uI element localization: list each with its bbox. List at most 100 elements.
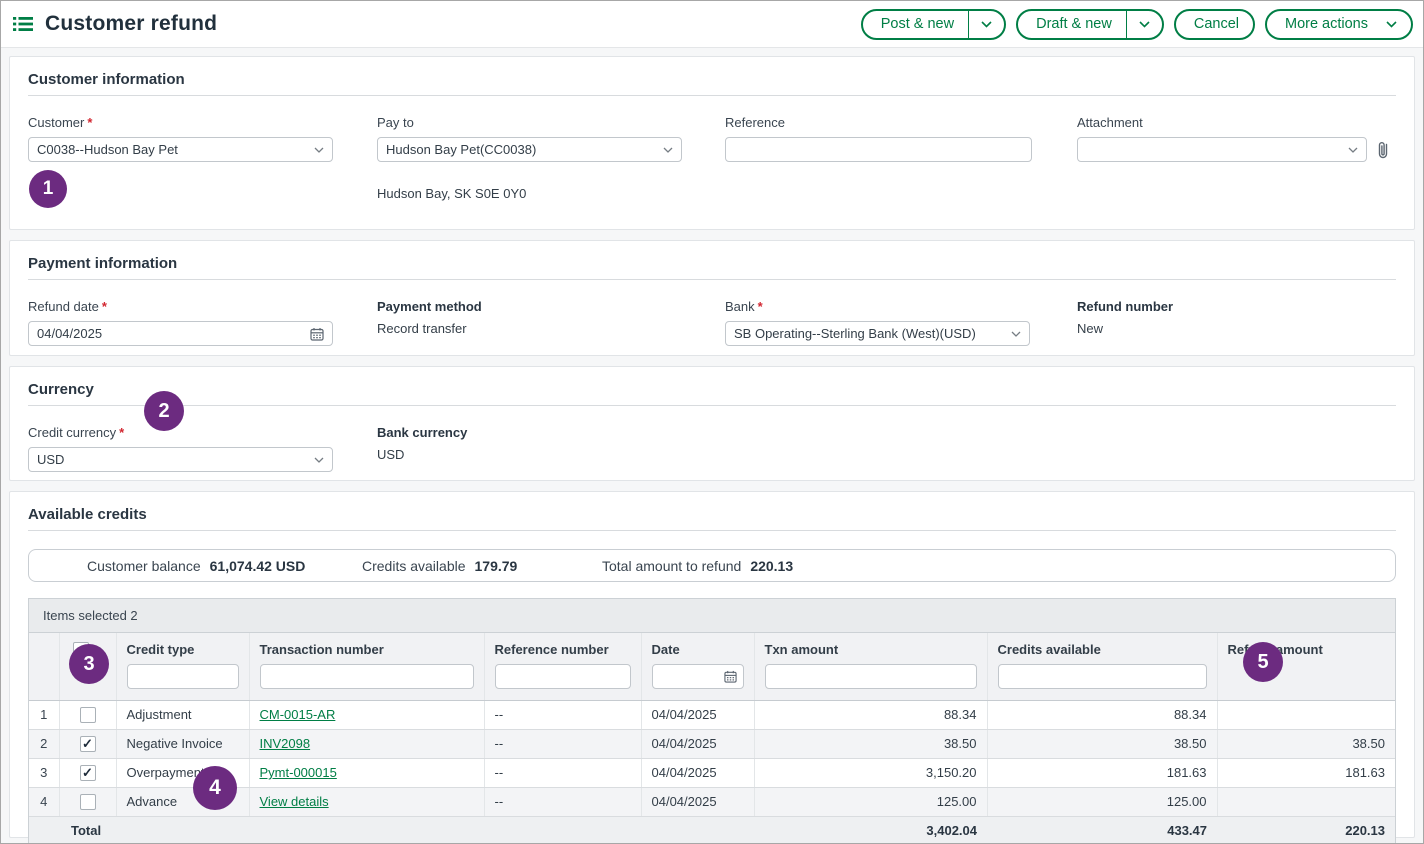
- column-header-reference-number[interactable]: Reference number: [484, 633, 641, 700]
- filter-txn-amount[interactable]: [765, 664, 977, 689]
- refund-date-label: Refund date: [28, 299, 99, 314]
- row-number: 3: [29, 758, 59, 787]
- transaction-link[interactable]: Pymt-000015: [260, 765, 337, 780]
- callout-badge-2: 2: [144, 391, 184, 431]
- post-and-new-label: Post & new: [863, 11, 968, 38]
- transaction-number-cell: INV2098: [249, 729, 484, 758]
- items-selected-bar: Items selected 2: [29, 599, 1395, 633]
- draft-and-new-dropdown[interactable]: [1126, 11, 1162, 38]
- transaction-link[interactable]: INV2098: [260, 736, 311, 751]
- customer-value: C0038--Hudson Bay Pet: [37, 142, 308, 157]
- total-refund-amount: 220.13: [1217, 816, 1395, 844]
- credit-type-cell: Negative Invoice: [116, 729, 249, 758]
- credits-available-label: Credits available: [362, 558, 466, 574]
- row-checkbox-cell: ✓: [59, 729, 116, 758]
- transaction-number-cell: CM-0015-AR: [249, 700, 484, 729]
- credit-currency-label: Credit currency: [28, 425, 116, 440]
- refund-amount-cell: 38.50: [1217, 729, 1395, 758]
- customer-information-section: Customer information Customer* C0038--Hu…: [9, 56, 1415, 230]
- chevron-down-icon: [1011, 331, 1021, 337]
- credits-available-cell: 125.00: [987, 787, 1217, 816]
- more-actions-button[interactable]: More actions: [1265, 9, 1413, 40]
- chevron-down-icon: [314, 457, 324, 463]
- column-header-credits-available[interactable]: Credits available: [987, 633, 1217, 700]
- refund-amount-cell: [1217, 700, 1395, 729]
- pay-to-field-group: Pay to Hudson Bay Pet(CC0038) Hudson Bay…: [377, 115, 725, 201]
- filter-credit-type[interactable]: [127, 664, 239, 689]
- calendar-icon[interactable]: [310, 327, 324, 341]
- payment-method-field-group: Payment method Record transfer: [377, 299, 725, 346]
- page-title: Customer refund: [45, 12, 217, 36]
- customer-select[interactable]: C0038--Hudson Bay Pet: [28, 137, 333, 162]
- bank-select[interactable]: SB Operating--Sterling Bank (West)(USD): [725, 321, 1030, 346]
- bank-currency-label: Bank currency: [377, 425, 725, 440]
- customer-balance-label: Customer balance: [87, 558, 201, 574]
- customer-label: Customer: [28, 115, 84, 130]
- bank-field-group: Bank* SB Operating--Sterling Bank (West)…: [725, 299, 1077, 346]
- filter-reference-number[interactable]: [495, 664, 631, 689]
- draft-and-new-button[interactable]: Draft & new: [1016, 9, 1164, 40]
- reference-number-cell: --: [484, 787, 641, 816]
- post-and-new-button[interactable]: Post & new: [861, 9, 1006, 40]
- txn-amount-cell: 3,150.20: [754, 758, 987, 787]
- cancel-button[interactable]: Cancel: [1174, 9, 1255, 40]
- pay-to-address: Hudson Bay, SK S0E 0Y0: [377, 186, 725, 201]
- customer-refund-page: Customer refund Post & new Draft & new C…: [0, 0, 1424, 844]
- date-cell: 04/04/2025: [641, 729, 754, 758]
- cancel-label: Cancel: [1176, 11, 1253, 38]
- filter-date[interactable]: [652, 664, 744, 689]
- credits-available-cell: 38.50: [987, 729, 1217, 758]
- column-header-transaction-number[interactable]: Transaction number: [249, 633, 484, 700]
- attachment-label: Attachment: [1077, 115, 1396, 130]
- row-checkbox[interactable]: [80, 707, 96, 723]
- total-txn-amount: 3,402.04: [754, 816, 987, 844]
- section-divider: [28, 530, 1396, 531]
- bank-value: SB Operating--Sterling Bank (West)(USD): [734, 326, 1005, 341]
- section-title-currency: Currency: [28, 377, 1396, 398]
- row-number-header: [29, 633, 59, 700]
- credit-currency-value: USD: [37, 452, 308, 467]
- refund-amount-cell: 181.63: [1217, 758, 1395, 787]
- table-row: 2✓Negative InvoiceINV2098--04/04/202538.…: [29, 729, 1395, 758]
- pay-to-select[interactable]: Hudson Bay Pet(CC0038): [377, 137, 682, 162]
- page-header: Customer refund Post & new Draft & new C…: [1, 1, 1423, 48]
- currency-section: Currency Credit currency* USD Bank curre…: [9, 366, 1415, 481]
- row-number: 4: [29, 787, 59, 816]
- transaction-link[interactable]: CM-0015-AR: [260, 707, 336, 722]
- filter-transaction-number[interactable]: [260, 664, 474, 689]
- attachment-select[interactable]: [1077, 137, 1367, 162]
- required-asterisk: *: [102, 299, 107, 314]
- refund-date-input[interactable]: 04/04/2025: [28, 321, 333, 346]
- column-header-txn-amount[interactable]: Txn amount: [754, 633, 987, 700]
- payment-method-label: Payment method: [377, 299, 725, 314]
- transaction-link[interactable]: View details: [260, 794, 329, 809]
- calendar-icon: [724, 670, 737, 683]
- refund-date-value: 04/04/2025: [37, 326, 304, 341]
- callout-badge-4: 4: [193, 766, 237, 810]
- filter-credits-available[interactable]: [998, 664, 1207, 689]
- reference-input[interactable]: [725, 137, 1032, 162]
- section-divider: [28, 405, 1396, 406]
- reference-field-group: Reference: [725, 115, 1077, 201]
- post-and-new-dropdown[interactable]: [968, 11, 1004, 38]
- header-actions: Post & new Draft & new Cancel More actio…: [861, 9, 1413, 40]
- credits-available-value: 179.79: [475, 558, 518, 574]
- date-cell: 04/04/2025: [641, 700, 754, 729]
- column-header-date[interactable]: Date: [641, 633, 754, 700]
- row-checkbox-checked[interactable]: ✓: [80, 765, 96, 781]
- reference-label: Reference: [725, 115, 1077, 130]
- chevron-down-icon: [663, 147, 673, 153]
- column-header-credit-type[interactable]: Credit type: [116, 633, 249, 700]
- bank-currency-value: USD: [377, 447, 725, 462]
- txn-amount-cell: 125.00: [754, 787, 987, 816]
- total-credits-available: 433.47: [987, 816, 1217, 844]
- paperclip-icon[interactable]: [1375, 140, 1391, 160]
- row-checkbox-checked[interactable]: ✓: [80, 736, 96, 752]
- list-menu-icon[interactable]: [13, 16, 33, 32]
- pay-to-label: Pay to: [377, 115, 725, 130]
- required-asterisk: *: [87, 115, 92, 130]
- credit-currency-select[interactable]: USD: [28, 447, 333, 472]
- row-checkbox[interactable]: [80, 794, 96, 810]
- row-checkbox-cell: ✓: [59, 758, 116, 787]
- refund-number-field-group: Refund number New: [1077, 299, 1396, 346]
